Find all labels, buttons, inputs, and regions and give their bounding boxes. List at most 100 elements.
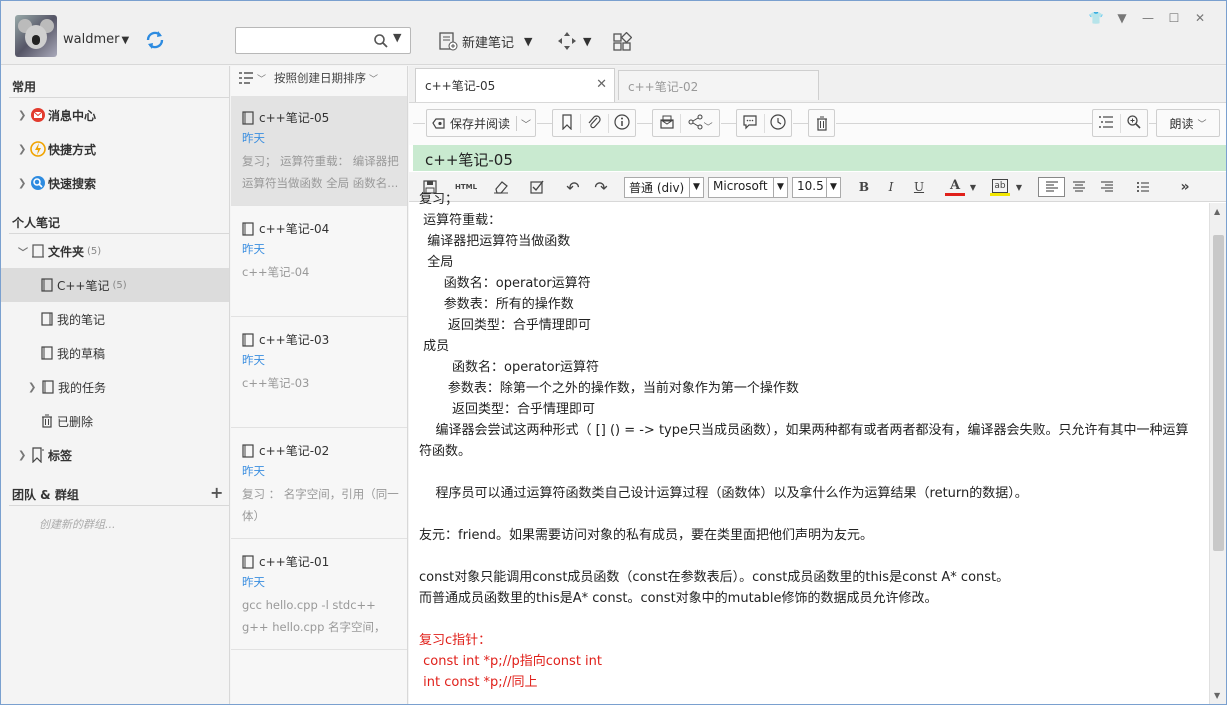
count-badge: (5) bbox=[112, 279, 127, 291]
close-tab-icon[interactable]: ✕ bbox=[596, 77, 607, 92]
note-list-item[interactable]: c++笔记-04 昨天 c++笔记-04 bbox=[231, 207, 407, 317]
note-content-editor[interactable]: 复习； 运算符重载： 编译器把运算符当做函数 全局 函数名：operator运算… bbox=[409, 189, 1206, 690]
minimize-icon[interactable]: — bbox=[1135, 11, 1161, 25]
sidebar-item-label: 消息中心 bbox=[48, 108, 97, 123]
content-line: 成员 bbox=[419, 339, 450, 354]
scrollbar-thumb[interactable] bbox=[1213, 235, 1224, 551]
sidebar-item-my-notes[interactable]: 我的笔记 bbox=[1, 302, 229, 336]
content-line: 而普通成员函数里的this是A* const。const对象中的mutable修… bbox=[419, 591, 938, 606]
chevron-down-icon[interactable]: ﹀ bbox=[369, 72, 378, 85]
content-line: 编译器把运算符当做函数 bbox=[419, 234, 571, 249]
comment-icon[interactable] bbox=[737, 114, 764, 133]
move-button[interactable]: ▼ bbox=[557, 31, 591, 51]
section-title-common: 常用 bbox=[12, 80, 37, 94]
move-arrows-icon bbox=[558, 32, 576, 50]
notebook-icon bbox=[39, 345, 55, 361]
skin-icon[interactable]: 👕 bbox=[1083, 11, 1109, 25]
maximize-icon[interactable]: ☐ bbox=[1161, 11, 1187, 25]
chevron-right-icon[interactable]: ❯ bbox=[18, 450, 28, 461]
content-line: 参数表：除第一个之外的操作数，当前对象作为第一个操作数 bbox=[419, 381, 799, 396]
tab-note-02[interactable]: c++笔记-02 bbox=[618, 70, 819, 100]
save-and-read-button[interactable]: 保存并阅读 ﹀ bbox=[426, 109, 536, 137]
tab-label: c++笔记-02 bbox=[628, 80, 699, 94]
content-line: 参数表：所有的操作数 bbox=[419, 297, 574, 312]
note-list-item[interactable]: c++笔记-05 昨天 复习； 运算符重载： 编译器把运算符当做函数 全局 函数… bbox=[231, 96, 407, 206]
sidebar-item-message-center[interactable]: ❯ 消息中心 bbox=[1, 98, 229, 132]
chevron-down-icon[interactable]: ﹀ bbox=[1198, 117, 1207, 130]
sidebar-item-tags[interactable]: ❯ 标签 bbox=[1, 438, 229, 472]
outline-icon[interactable] bbox=[1093, 115, 1120, 132]
sidebar-item-label: 快速搜索 bbox=[48, 176, 97, 191]
chevron-down-icon[interactable]: ﹀ bbox=[257, 72, 266, 85]
content-line bbox=[419, 504, 1196, 525]
sync-icon[interactable] bbox=[145, 30, 165, 50]
note-list-item[interactable]: c++笔记-03 昨天 c++笔记-03 bbox=[231, 318, 407, 428]
note-snippet: c++笔记-04 bbox=[242, 265, 310, 279]
new-note-button[interactable]: 新建笔记 ▼ bbox=[438, 29, 532, 53]
note-title-input[interactable]: c++笔记-05 bbox=[413, 145, 1226, 171]
top-bar: waldmer ▼ ▼ 新建笔记 ▼ ▼ 👕 ▼ — ☐ ✕ bbox=[1, 1, 1226, 65]
close-icon[interactable]: ✕ bbox=[1187, 11, 1213, 25]
note-date: 昨天 bbox=[242, 353, 265, 367]
scroll-up-icon[interactable]: ▲ bbox=[1214, 207, 1220, 216]
share-icon[interactable]: ﹀ bbox=[680, 113, 719, 133]
note-date: 昨天 bbox=[242, 464, 265, 478]
layout-grid-icon[interactable] bbox=[612, 32, 632, 52]
search-options-chevron-icon[interactable]: ▼ bbox=[393, 31, 401, 44]
notebook-icon bbox=[39, 311, 55, 327]
sidebar-item-folders[interactable]: ﹀ 文件夹 (5) bbox=[1, 234, 229, 268]
chevron-down-icon[interactable]: ▼ bbox=[524, 35, 532, 48]
chevron-right-icon[interactable]: ❯ bbox=[18, 144, 28, 155]
section-title-personal: 个人笔记 bbox=[12, 216, 61, 230]
info-icon[interactable] bbox=[607, 113, 635, 133]
message-center-icon bbox=[30, 107, 46, 123]
note-icon bbox=[242, 332, 254, 347]
read-aloud-button[interactable]: 朗读 ﹀ bbox=[1156, 109, 1220, 137]
send-mail-icon[interactable] bbox=[653, 114, 680, 133]
create-group-link[interactable]: 创建新的群组... bbox=[39, 516, 116, 532]
note-date: 昨天 bbox=[242, 242, 265, 256]
bookmark-icon[interactable] bbox=[553, 113, 580, 133]
list-view-icon[interactable] bbox=[238, 71, 254, 85]
bookmark-attach-info-group bbox=[552, 109, 636, 137]
scroll-down-icon[interactable]: ▼ bbox=[1214, 691, 1220, 700]
menu-icon[interactable]: ▼ bbox=[1109, 11, 1135, 25]
attachment-icon[interactable] bbox=[580, 113, 607, 133]
window-controls: 👕 ▼ — ☐ ✕ bbox=[1083, 11, 1213, 25]
app-window: waldmer ▼ ▼ 新建笔记 ▼ ▼ 👕 ▼ — ☐ ✕ 常用 ❯ 消息中心… bbox=[0, 0, 1227, 705]
zoom-icon[interactable] bbox=[1119, 113, 1147, 133]
content-line bbox=[419, 546, 1196, 567]
history-clock-icon[interactable] bbox=[763, 113, 791, 133]
sidebar-item-label: 我的笔记 bbox=[57, 312, 106, 327]
note-list-item[interactable]: c++笔记-01 昨天 gcc hello.cpp -l stdc++ g++ … bbox=[231, 540, 407, 650]
content-line: 全局 bbox=[419, 255, 454, 270]
sidebar-item-my-tasks[interactable]: ❯ 我的任务 bbox=[1, 370, 229, 404]
sidebar-item-quick-search[interactable]: ❯ 快速搜索 bbox=[1, 166, 229, 200]
chevron-right-icon[interactable]: ❯ bbox=[18, 178, 28, 189]
note-icon bbox=[242, 443, 254, 458]
note-list: ﹀ 按照创建日期排序 ﹀ c++笔记-05 昨天 复习； 运算符重载： 编译器把… bbox=[231, 66, 408, 704]
add-group-icon[interactable]: + bbox=[210, 483, 223, 502]
search-icon[interactable] bbox=[373, 33, 389, 49]
chevron-down-icon[interactable]: ﹀ bbox=[516, 115, 531, 131]
note-icon bbox=[242, 110, 254, 125]
content-line: 复习c指针： bbox=[419, 633, 492, 648]
tab-note-05[interactable]: c++笔记-05 ✕ bbox=[415, 68, 615, 102]
chevron-right-icon[interactable]: ❯ bbox=[18, 110, 28, 121]
share-group: ﹀ bbox=[652, 109, 720, 137]
avatar[interactable] bbox=[15, 15, 57, 57]
sidebar-item-trash[interactable]: 已删除 bbox=[1, 404, 229, 438]
content-scrollbar[interactable]: ▲ ▼ bbox=[1209, 203, 1226, 704]
search-input[interactable] bbox=[240, 31, 368, 50]
sidebar-item-cpp-notes[interactable]: C++笔记 (5) bbox=[1, 268, 229, 302]
username-dropdown[interactable]: waldmer ▼ bbox=[63, 32, 129, 47]
chevron-right-icon[interactable]: ❯ bbox=[28, 382, 38, 393]
note-title: c++笔记-01 bbox=[259, 555, 330, 569]
tab-label: c++笔记-05 bbox=[425, 79, 496, 93]
delete-note-button[interactable] bbox=[808, 109, 835, 137]
sort-dropdown[interactable]: 按照创建日期排序 bbox=[274, 70, 366, 86]
note-list-item[interactable]: c++笔记-02 昨天 复习 ： 名字空间，引用（同一体） bbox=[231, 429, 407, 539]
sidebar-item-shortcuts[interactable]: ❯ 快捷方式 bbox=[1, 132, 229, 166]
chevron-down-icon[interactable]: ﹀ bbox=[18, 244, 28, 259]
sidebar-item-my-drafts[interactable]: 我的草稿 bbox=[1, 336, 229, 370]
